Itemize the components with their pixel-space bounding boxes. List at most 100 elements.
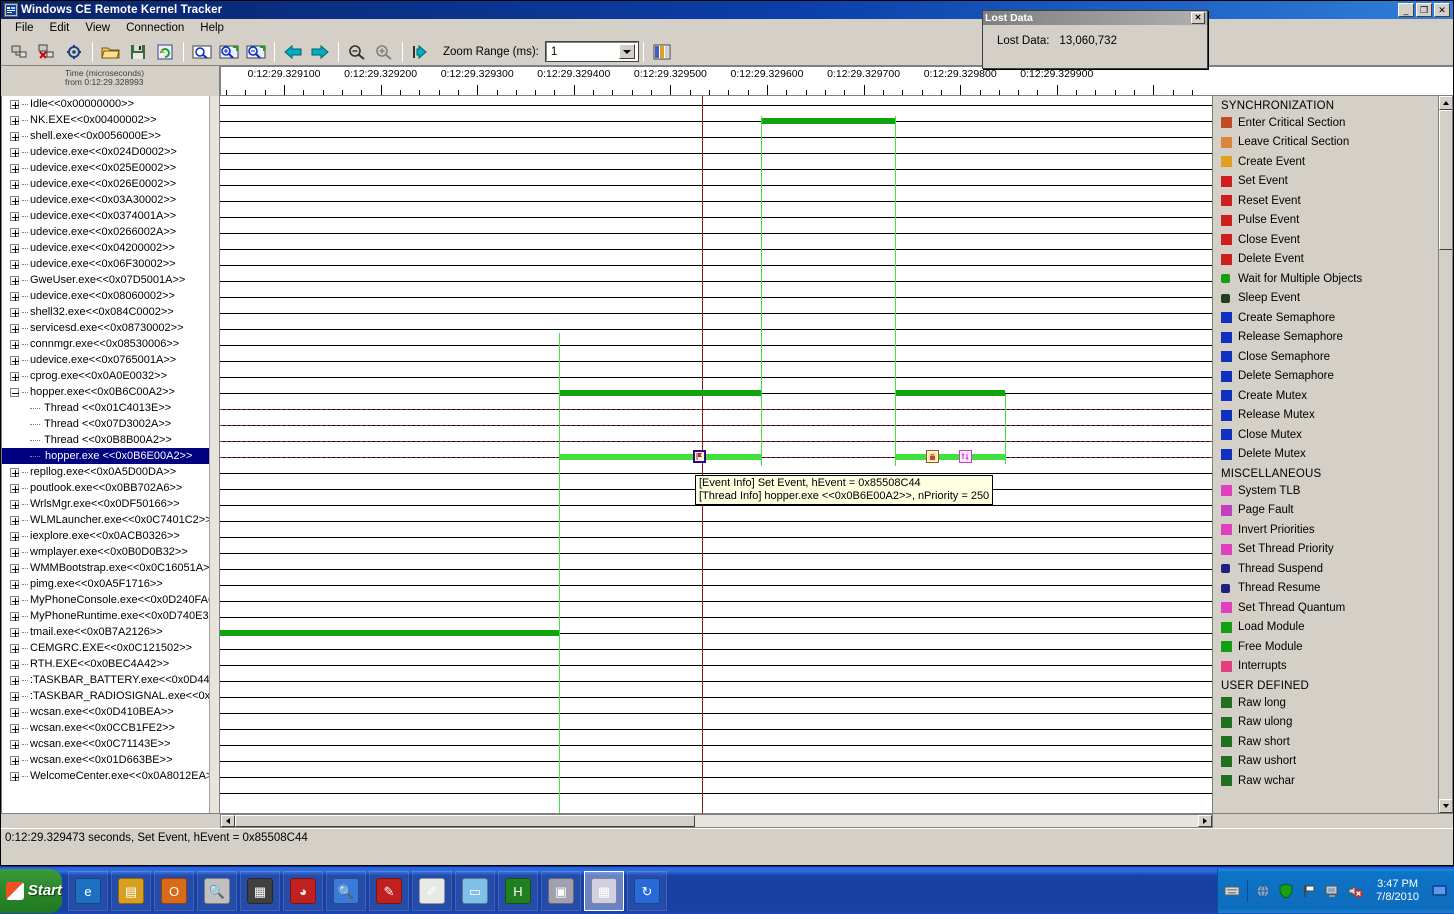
- calculator-icon[interactable]: ▦: [584, 870, 624, 911]
- show-desktop-icon[interactable]: [1432, 883, 1448, 899]
- maximize-button[interactable]: ❐: [1416, 3, 1432, 17]
- set-event-icon[interactable]: [693, 450, 706, 463]
- network-icon[interactable]: [1255, 883, 1271, 899]
- outlook-icon[interactable]: O: [154, 870, 194, 911]
- flag-icon[interactable]: [1301, 883, 1317, 899]
- legend-item[interactable]: Pulse Event: [1213, 211, 1438, 231]
- goto-end-icon[interactable]: [408, 40, 434, 64]
- tree-item-process[interactable]: udevice.exe<<0x03A30002>>: [2, 192, 209, 208]
- expand-icon[interactable]: [10, 339, 19, 349]
- zoom-out-region-icon[interactable]: [243, 40, 269, 64]
- tree-vertical-scrollbar[interactable]: [209, 96, 219, 813]
- tree-item-process[interactable]: wcsan.exe<<0x0CCB1FE2>>: [2, 720, 209, 736]
- expand-icon[interactable]: [10, 211, 19, 221]
- hscroll-thumb[interactable]: [235, 815, 695, 827]
- expand-icon[interactable]: [10, 179, 19, 189]
- legend-item[interactable]: Invert Priorities: [1213, 520, 1438, 540]
- tree-item-process[interactable]: tmail.exe<<0x0B7A2126>>: [2, 624, 209, 640]
- legend-item[interactable]: Leave Critical Section: [1213, 133, 1438, 153]
- tree-item-thread[interactable]: Thread <<0x07D3002A>>: [2, 416, 209, 432]
- legend-item[interactable]: Delete Mutex: [1213, 445, 1438, 465]
- legend-item[interactable]: Free Module: [1213, 637, 1438, 657]
- taskbar-clock[interactable]: 3:47 PM 7/8/2010: [1370, 878, 1425, 904]
- tree-item-process[interactable]: MyPhoneConsole.exe<<0x0D240FA6>: [2, 592, 209, 608]
- expand-icon[interactable]: [10, 531, 19, 541]
- kernel-tracker-icon[interactable]: ↻: [627, 870, 667, 911]
- tree-item-process[interactable]: iexplore.exe<<0x0ACB0326>>: [2, 528, 209, 544]
- graph-run-segment[interactable]: [559, 390, 761, 396]
- tree-item-process[interactable]: poutlook.exe<<0x0BB702A6>>: [2, 480, 209, 496]
- expand-icon[interactable]: [10, 275, 19, 285]
- tree-item-process[interactable]: WrlsMgr.exe<<0x0DF50166>>: [2, 496, 209, 512]
- tree-item-process[interactable]: wcsan.exe<<0x0D410BEA>>: [2, 704, 209, 720]
- expand-icon[interactable]: [10, 563, 19, 573]
- lost-data-close-button[interactable]: ✕: [1191, 12, 1205, 24]
- legend-item[interactable]: Close Semaphore: [1213, 347, 1438, 367]
- expand-icon[interactable]: [10, 627, 19, 637]
- legend-item[interactable]: Close Mutex: [1213, 425, 1438, 445]
- legend-item[interactable]: Create Mutex: [1213, 386, 1438, 406]
- expand-icon[interactable]: [10, 755, 19, 765]
- expand-icon[interactable]: [10, 371, 19, 381]
- time-ruler[interactable]: 0:12:29.329100 0:12:29.329200 0:12:29.3293…: [220, 66, 1453, 96]
- tree-item-process[interactable]: udevice.exe<<0x0266002A>>: [2, 224, 209, 240]
- magnifier-icon[interactable]: 🔍: [326, 870, 366, 911]
- expand-icon[interactable]: [10, 307, 19, 317]
- expand-icon[interactable]: [10, 643, 19, 653]
- connect-device-icon[interactable]: [7, 40, 33, 64]
- monitor-icon[interactable]: [1324, 883, 1340, 899]
- legend-item[interactable]: Set Event: [1213, 172, 1438, 192]
- graph-run-segment[interactable]: [895, 454, 1005, 460]
- hscroll-left-button[interactable]: [221, 815, 235, 827]
- legend-item[interactable]: Reset Event: [1213, 191, 1438, 211]
- graph-run-segment[interactable]: [701, 454, 761, 460]
- legend-item[interactable]: Create Semaphore: [1213, 308, 1438, 328]
- expand-icon[interactable]: [10, 291, 19, 301]
- tree-item-process[interactable]: udevice.exe<<0x024D0002>>: [2, 144, 209, 160]
- expand-icon[interactable]: [10, 195, 19, 205]
- chevron-down-icon[interactable]: [618, 44, 635, 59]
- file-explorer-icon[interactable]: ▤: [111, 870, 151, 911]
- hscroll-right-button[interactable]: [1198, 815, 1212, 827]
- legend-item[interactable]: Delete Semaphore: [1213, 367, 1438, 387]
- expand-icon[interactable]: [10, 99, 19, 109]
- legend-item[interactable]: Delete Event: [1213, 250, 1438, 270]
- tree-item-process[interactable]: WelcomeCenter.exe<<0x0A8012EA>: [2, 768, 209, 784]
- menu-item-help[interactable]: Help: [192, 20, 232, 36]
- tree-item-process[interactable]: shell.exe<<0x0056000E>>: [2, 128, 209, 144]
- legend-item[interactable]: Raw ulong: [1213, 713, 1438, 733]
- expand-icon[interactable]: [10, 147, 19, 157]
- step-back-icon[interactable]: [280, 40, 306, 64]
- legend-item[interactable]: Raw wchar: [1213, 771, 1438, 791]
- expand-icon[interactable]: [10, 355, 19, 365]
- legend-item[interactable]: Release Semaphore: [1213, 328, 1438, 348]
- legend-item[interactable]: Set Thread Priority: [1213, 540, 1438, 560]
- menu-item-edit[interactable]: Edit: [42, 20, 78, 36]
- invert-priorities-icon[interactable]: [959, 450, 972, 463]
- expand-icon[interactable]: [10, 707, 19, 717]
- expand-icon[interactable]: [10, 723, 19, 733]
- legend-item[interactable]: Thread Resume: [1213, 579, 1438, 599]
- hex-editor-icon[interactable]: H: [498, 870, 538, 911]
- zoom-range-select[interactable]: 1: [544, 41, 639, 62]
- enter-critical-section-icon[interactable]: [926, 450, 939, 463]
- expand-icon[interactable]: [10, 691, 19, 701]
- zoom-in-icon[interactable]: [371, 40, 397, 64]
- expand-icon[interactable]: [10, 259, 19, 269]
- tree-item-process[interactable]: MyPhoneRuntime.exe<<0x0D740E32>: [2, 608, 209, 624]
- expand-icon[interactable]: [10, 323, 19, 333]
- paint-palette-icon[interactable]: ◕: [283, 870, 323, 911]
- keyboard-icon[interactable]: [1224, 883, 1240, 899]
- zoom-out-icon[interactable]: [344, 40, 370, 64]
- legend-item[interactable]: Raw short: [1213, 732, 1438, 752]
- tree-item-process[interactable]: wcsan.exe<<0x01D663BE>>: [2, 752, 209, 768]
- legend-item[interactable]: Sleep Event: [1213, 289, 1438, 309]
- legend-item[interactable]: Close Event: [1213, 230, 1438, 250]
- step-forward-icon[interactable]: [307, 40, 333, 64]
- legend-item[interactable]: Wait for Multiple Objects: [1213, 269, 1438, 289]
- zoom-in-region-icon[interactable]: [216, 40, 242, 64]
- start-button[interactable]: Start: [0, 868, 62, 913]
- tree-item-process[interactable]: shell32.exe<<0x084C0002>>: [2, 304, 209, 320]
- legend-item[interactable]: Thread Suspend: [1213, 559, 1438, 579]
- disconnect-device-icon[interactable]: [34, 40, 60, 64]
